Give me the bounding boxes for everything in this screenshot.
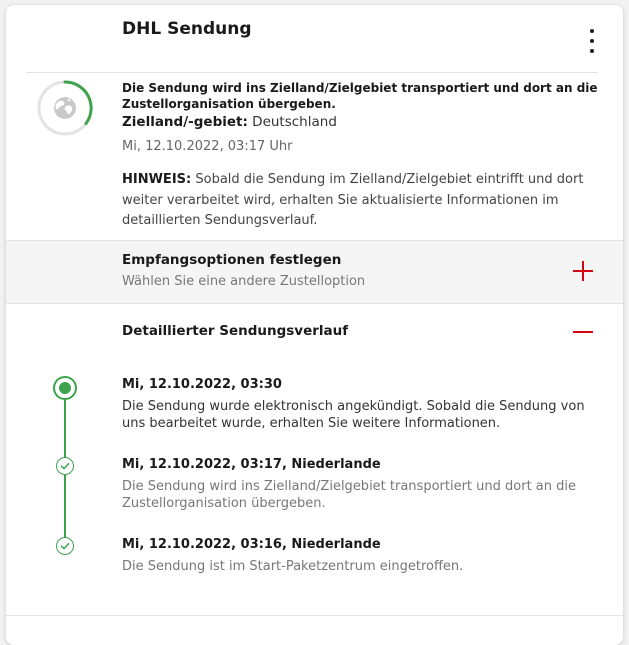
- delivery-options-subtitle: Wählen Sie eine andere Zustelloption: [122, 274, 366, 289]
- history-section-header[interactable]: Detaillierter Sendungsverlauf: [6, 303, 623, 359]
- status-details: Die Sendung wird ins Zielland/Zielgebiet…: [122, 80, 600, 232]
- divider: [6, 615, 623, 616]
- hint-label: HINWEIS:: [122, 172, 192, 187]
- hint-text: HINWEIS: Sobald die Sendung im Zielland/…: [122, 170, 600, 232]
- card-title: DHL Sendung: [122, 19, 252, 39]
- kebab-menu-icon[interactable]: [582, 29, 602, 53]
- history-title: Detaillierter Sendungsverlauf: [122, 323, 349, 339]
- event-description: Die Sendung wurde elektronisch angekündi…: [122, 399, 585, 431]
- event-title: Mi, 12.10.2022, 03:16, Niederlande: [122, 537, 381, 552]
- kebab-dot: [590, 39, 594, 43]
- destination-line: Zielland/-gebiet: Deutschland: [122, 112, 600, 132]
- hint-body: Sobald die Sendung im Zielland/Zielgebie…: [122, 172, 584, 228]
- divider: [26, 72, 598, 73]
- plus-icon[interactable]: [573, 261, 593, 281]
- event-description: Die Sendung ist im Start-Paketzentrum ei…: [122, 559, 464, 574]
- minus-icon[interactable]: [573, 331, 593, 333]
- delivery-options-section[interactable]: Empfangsoptionen festlegen Wählen Sie ei…: [6, 240, 623, 304]
- event-title: Mi, 12.10.2022, 03:30: [122, 377, 282, 392]
- check-circle-icon: [56, 537, 74, 555]
- status-datetime: Mi, 12.10.2022, 03:17 Uhr: [122, 139, 293, 154]
- timeline-node-current: [53, 376, 77, 400]
- shipment-card: DHL Sendung Die Sendung wird ins Ziellan…: [6, 5, 623, 645]
- event-title: Mi, 12.10.2022, 03:17, Niederlande: [122, 457, 381, 472]
- globe-icon: [54, 97, 76, 119]
- destination-label: Zielland/-gebiet:: [122, 114, 248, 130]
- kebab-dot: [590, 49, 594, 53]
- delivery-options-title: Empfangsoptionen festlegen: [122, 252, 342, 268]
- destination-value: Deutschland: [252, 114, 337, 130]
- status-progress-ring: [37, 80, 93, 136]
- timeline-event: Mi, 12.10.2022, 03:17, Niederlande Die S…: [122, 457, 592, 512]
- check-circle-icon: [56, 457, 74, 475]
- timeline-event: Mi, 12.10.2022, 03:30 Die Sendung wurde …: [122, 377, 592, 432]
- event-description: Die Sendung wird ins Zielland/Zielgebiet…: [122, 479, 576, 511]
- status-headline: Die Sendung wird ins Zielland/Zielgebiet…: [122, 81, 598, 111]
- timeline-event: Mi, 12.10.2022, 03:16, Niederlande Die S…: [122, 537, 592, 575]
- kebab-dot: [590, 29, 594, 33]
